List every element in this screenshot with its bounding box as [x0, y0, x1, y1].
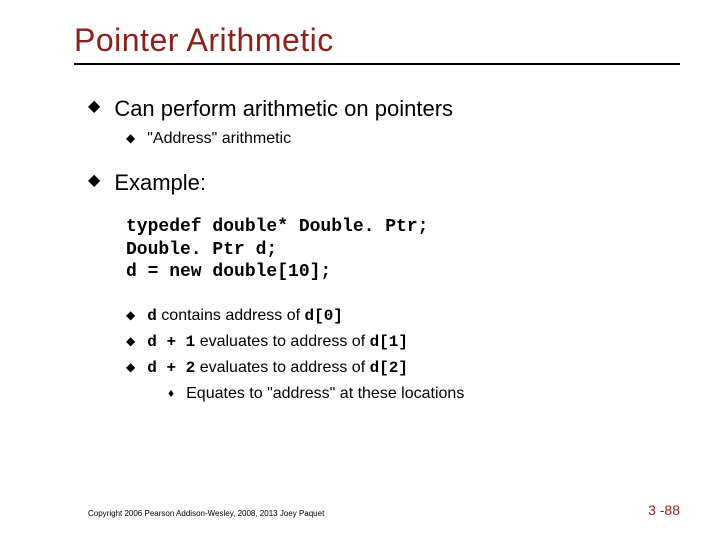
slide-number: 3 -88 [648, 502, 680, 518]
text-run: evaluates to address of [195, 359, 369, 376]
diamond-icon: ♦ [168, 387, 174, 399]
bullet-item: ◆ Can perform arithmetic on pointers [88, 95, 660, 123]
bullet-text: "Address" arithmetic [147, 129, 291, 149]
code-inline: d[1] [370, 333, 408, 351]
bullet-item: ♦ Equates to "address" at these location… [168, 384, 660, 404]
spacer [78, 155, 660, 169]
bullet-item: ◆ d contains address of d[0] [126, 306, 660, 326]
code-line: typedef double* Double. Ptr; [126, 217, 428, 237]
title-underline [74, 63, 680, 65]
copyright-text: Copyright 2006 Pearson Addison-Wesley, 2… [88, 509, 324, 518]
bullet-text: d + 1 evaluates to address of d[1] [147, 332, 408, 352]
code-line: d = new double[10]; [126, 262, 331, 282]
text-run: evaluates to address of [195, 333, 369, 350]
bullet-item: ◆ d + 1 evaluates to address of d[1] [126, 332, 660, 352]
diamond-icon: ◆ [126, 361, 135, 373]
code-inline: d + 2 [147, 359, 195, 377]
bullet-text: Example: [114, 169, 206, 197]
bullet-text: Can perform arithmetic on pointers [114, 95, 453, 123]
code-inline: d + 1 [147, 333, 195, 351]
diamond-icon: ◆ [126, 132, 135, 144]
code-block: typedef double* Double. Ptr; Double. Ptr… [126, 216, 660, 284]
text-run: contains address of [157, 307, 305, 324]
bullet-item: ◆ "Address" arithmetic [126, 129, 660, 149]
bullet-item: ◆ d + 2 evaluates to address of d[2] [126, 358, 660, 378]
diamond-icon: ◆ [126, 335, 135, 347]
code-inline: d[2] [370, 359, 408, 377]
diamond-icon: ◆ [88, 99, 100, 115]
code-inline: d [147, 307, 157, 325]
page-title: Pointer Arithmetic [74, 22, 660, 59]
bullet-text: Equates to "address" at these locations [186, 384, 464, 404]
bullet-text: d contains address of d[0] [147, 306, 343, 326]
code-inline: d[0] [304, 307, 342, 325]
diamond-icon: ◆ [126, 309, 135, 321]
spacer [78, 284, 660, 306]
spacer [78, 202, 660, 216]
slide: Pointer Arithmetic ◆ Can perform arithme… [0, 0, 720, 540]
diamond-icon: ◆ [88, 173, 100, 189]
bullet-item: ◆ Example: [88, 169, 660, 197]
bullet-text: d + 2 evaluates to address of d[2] [147, 358, 408, 378]
code-line: Double. Ptr d; [126, 240, 277, 260]
